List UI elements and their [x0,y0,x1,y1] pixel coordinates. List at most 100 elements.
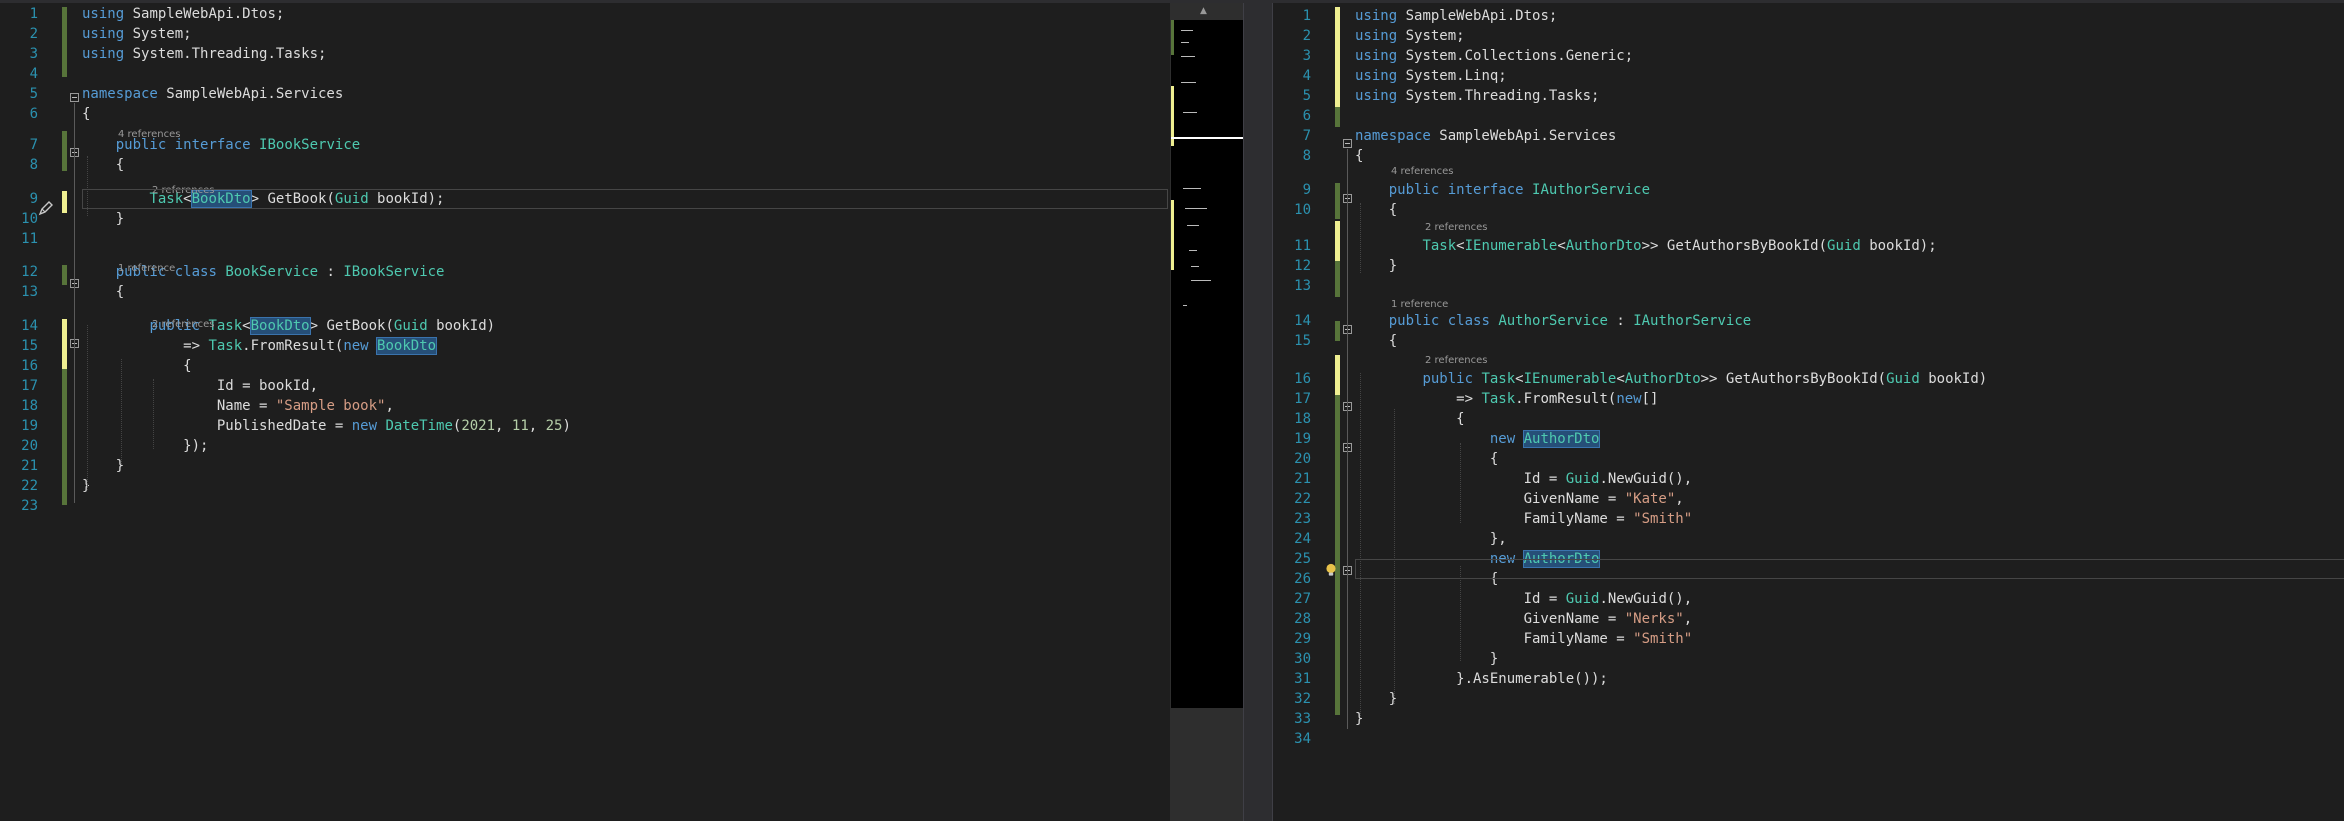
collapse-region-icon[interactable] [70,93,79,102]
line-number: 22 [1294,491,1311,507]
code-line[interactable]: { [82,104,1170,124]
line-number: 30 [1294,651,1311,667]
code-line[interactable]: namespace SampleWebApi.Services [1355,126,2344,146]
code-line[interactable]: Id = Guid.NewGuid(), [1355,589,2344,609]
minimap-overview[interactable] [1171,20,1243,708]
code-line[interactable]: using SampleWebApi.Dtos; [1355,6,2344,26]
code-line[interactable]: public interface IAuthorService [1355,180,2344,200]
type-token: BookService [225,264,319,280]
scroll-up-arrow-icon[interactable]: ▲ [1200,6,1207,16]
code-line[interactable]: } [82,209,1170,229]
code-line[interactable]: FamilyName = "Smith" [1355,509,2344,529]
code-line[interactable]: } [1355,689,2344,709]
saved-change-marker [1335,183,1340,219]
lightbulb-icon[interactable] [1324,562,1338,576]
minimap-viewport-indicator[interactable] [1171,137,1243,139]
code-line[interactable]: namespace SampleWebApi.Services [82,84,1170,104]
code-token: { [82,284,125,300]
code-line[interactable] [1355,276,2344,296]
type-token: Task [1481,371,1516,387]
code-line[interactable]: { [1355,449,2344,469]
split-view-divider[interactable] [1243,3,1273,821]
outline-region-line [74,289,75,499]
type-token: AuthorService [1498,313,1608,329]
code-line[interactable]: { [1355,146,2344,166]
code-token: { [1355,333,1398,349]
code-line[interactable]: }.AsEnumerable()); [1355,669,2344,689]
code-line[interactable]: Id = bookId, [82,376,1170,396]
code-line[interactable]: public class AuthorService : IAuthorServ… [1355,311,2344,331]
code-line[interactable]: } [82,476,1170,496]
right-code-editor[interactable]: 1 2 3 4 5 6 7 8 9 10 11 12 13 14 15 16 17 18 19 20 21 22 23 24 2… [1273,3,2344,821]
code-line[interactable]: { [82,155,1170,175]
code-area[interactable]: using SampleWebApi.Dtos; using System; usi… [1355,3,2344,821]
code-line[interactable]: { [82,282,1170,302]
type-token: IBookService [259,137,361,153]
code-line[interactable]: => Task.FromResult(new[] [1355,389,2344,409]
code-line[interactable]: public class BookService : IBookService [82,262,1170,282]
code-line[interactable]: { [1355,409,2344,429]
code-line[interactable]: new AuthorDto [1355,429,2344,449]
code-line[interactable]: PublishedDate = new DateTime(2021, 11, 2… [82,416,1170,436]
code-token: >> GetAuthorsByBookId( [1641,238,1828,254]
codelens-references-link[interactable]: 4 references [118,128,181,142]
code-line[interactable]: } [1355,709,2344,729]
code-area[interactable]: using SampleWebApi.Dtos; using System; usi… [82,3,1170,821]
code-line[interactable]: public Task<BookDto> GetBook(Guid bookId… [82,316,1170,336]
codelens-references-link[interactable]: 1 reference [1391,298,1448,312]
code-line[interactable]: Name = "Sample book", [82,396,1170,416]
code-token: } [1355,651,1499,667]
string-token: "Nerks" [1624,611,1684,627]
code-line[interactable]: { [1355,200,2344,220]
codelens-references-link[interactable]: 4 references [1391,165,1454,179]
code-line[interactable]: using System.Linq; [1355,66,2344,86]
code-line[interactable] [1355,106,2344,126]
code-line[interactable]: public Task<IEnumerable<AuthorDto>> GetA… [1355,369,2344,389]
code-line[interactable]: } [82,456,1170,476]
code-token: SampleWebApi.Dtos; [124,6,285,22]
line-number: 6 [1302,108,1311,124]
code-line[interactable]: }, [1355,529,2344,549]
codelens-references-link[interactable]: 1 reference [118,262,175,276]
code-line[interactable]: FamilyName = "Smith" [1355,629,2344,649]
code-line[interactable]: using System.Collections.Generic; [1355,46,2344,66]
code-line[interactable]: Id = Guid.NewGuid(), [1355,469,2344,489]
line-number: 1 [1302,8,1311,24]
code-line[interactable]: { [82,356,1170,376]
code-token: Name = [82,398,276,414]
code-line[interactable]: using System; [1355,26,2344,46]
code-line[interactable]: { [1355,331,2344,351]
code-line[interactable]: } [1355,649,2344,669]
code-line[interactable]: => Task.FromResult(new BookDto [82,336,1170,356]
code-line[interactable]: } [1355,256,2344,276]
code-line[interactable]: public interface IBookService [82,135,1170,155]
code-line[interactable]: Task<IEnumerable<AuthorDto>> GetAuthorsB… [1355,236,2344,256]
code-line[interactable] [82,64,1170,84]
code-line[interactable]: GivenName = "Kate", [1355,489,2344,509]
code-line[interactable] [1355,729,2344,749]
collapse-region-icon[interactable] [1343,139,1352,148]
codelens-references-link[interactable]: 2 references [1425,354,1488,368]
code-line[interactable] [82,229,1170,249]
code-line[interactable]: using SampleWebApi.Dtos; [82,4,1170,24]
code-token: SampleWebApi.Services [1430,128,1617,144]
codelens-references-link[interactable]: 2 references [152,318,215,332]
string-token: "Smith" [1633,631,1693,647]
code-line[interactable]: }); [82,436,1170,456]
codelens-references-link[interactable]: 2 references [1425,221,1488,235]
code-line[interactable]: using System.Threading.Tasks; [82,44,1170,64]
code-line[interactable] [82,496,1170,516]
code-token: < [242,318,251,334]
code-line[interactable]: using System; [82,24,1170,44]
code-token: < [1557,238,1566,254]
code-token: } [82,458,125,474]
left-code-editor[interactable]: 1 2 3 4 5 6 7 8 9 10 11 12 13 14 15 16 17 18 19 20 21 22 23 us… [0,3,1170,821]
quick-action-pencil-icon[interactable] [37,199,55,217]
current-line-highlight [1355,559,2344,579]
code-line[interactable]: using System.Threading.Tasks; [1355,86,2344,106]
code-line[interactable]: GivenName = "Nerks", [1355,609,2344,629]
editor-minimap[interactable]: ▲ [1170,3,1243,821]
